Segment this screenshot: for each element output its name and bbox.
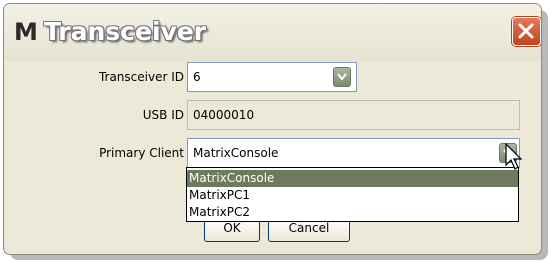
close-button[interactable]: [512, 17, 541, 46]
transceiver-id-value: 6: [193, 70, 201, 84]
usb-id-label: USB ID: [142, 108, 184, 122]
mouse-cursor-icon: [505, 143, 523, 170]
primary-client-dropdown-list: MatrixConsole MatrixPC1 MatrixPC2: [186, 167, 519, 222]
dropdown-option[interactable]: MatrixPC2: [187, 204, 518, 221]
primary-client-label: Primary Client: [99, 146, 184, 160]
dropdown-option[interactable]: MatrixConsole: [187, 170, 518, 187]
cancel-label: Cancel: [288, 221, 330, 235]
chevron-down-icon: [337, 73, 347, 81]
dropdown-option[interactable]: MatrixPC1: [187, 187, 518, 204]
title-bar[interactable]: M Transceiver: [4, 4, 541, 61]
window-title: Transceiver: [44, 17, 207, 46]
transceiver-id-dropdown-button[interactable]: [333, 67, 351, 87]
usb-id-value: 04000010: [193, 108, 255, 122]
ok-label: OK: [223, 221, 241, 235]
primary-client-select[interactable]: MatrixConsole: [187, 138, 520, 168]
primary-client-value: MatrixConsole: [193, 146, 279, 160]
usb-id-field: 04000010: [187, 100, 520, 130]
transceiver-id-label: Transceiver ID: [98, 70, 184, 84]
close-icon: [518, 23, 534, 39]
transceiver-id-select[interactable]: 6: [187, 62, 357, 92]
app-logo: M: [14, 18, 38, 46]
